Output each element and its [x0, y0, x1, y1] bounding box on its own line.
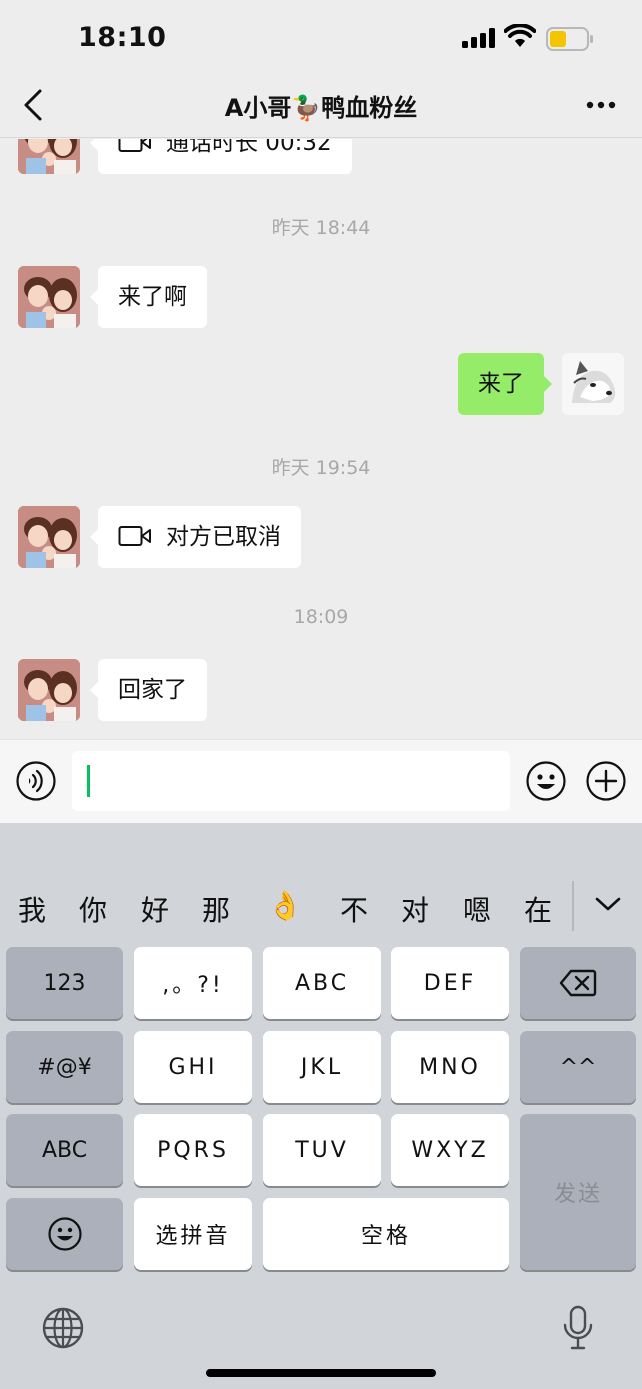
wifi-icon [504, 24, 536, 47]
key-pqrs[interactable]: PQRS [134, 1114, 252, 1186]
contact-avatar[interactable] [18, 139, 80, 174]
key-backspace[interactable] [520, 947, 636, 1019]
message-bubble[interactable]: 来了啊 [90, 266, 207, 328]
candidate-word[interactable]: 对 [395, 889, 435, 929]
emoji-icon[interactable] [526, 761, 566, 801]
candidate-word[interactable]: 我 [12, 889, 52, 929]
status-time: 18:10 [78, 22, 167, 53]
message-text: 来了啊 [118, 284, 187, 310]
send-button[interactable]: 发送 [520, 1114, 636, 1270]
microphone-icon[interactable] [562, 1305, 594, 1351]
message-text: 对方已取消 [166, 524, 281, 550]
input-bar [0, 739, 642, 823]
message-timestamp: 18:09 [293, 606, 349, 628]
candidate-emoji[interactable]: 👌 [265, 889, 305, 922]
key-punct[interactable]: ,。?! [134, 947, 252, 1019]
key-ghi[interactable]: GHI [134, 1031, 252, 1103]
chat-header: A小哥🦆鸭血粉丝 [0, 72, 642, 138]
message-bubble-self[interactable]: 来了 [458, 353, 552, 415]
chevron-down-icon[interactable] [594, 895, 622, 913]
candidate-word[interactable]: 那 [196, 889, 236, 929]
message-timestamp: 昨天 19:54 [271, 457, 371, 479]
contact-avatar[interactable] [18, 266, 80, 328]
key-jkl[interactable]: JKL [263, 1031, 381, 1103]
home-indicator[interactable] [206, 1369, 436, 1377]
chat-title: A小哥🦆鸭血粉丝 [224, 94, 418, 122]
key-abc-mode[interactable]: ABC [6, 1114, 123, 1186]
more-icon[interactable] [586, 100, 616, 110]
key-pinyin-select[interactable]: 选拼音 [134, 1198, 252, 1270]
key-emoji[interactable] [6, 1198, 123, 1270]
video-call-icon [118, 525, 151, 546]
plus-icon[interactable] [586, 761, 626, 801]
keyboard: 我 你 好 那 👌 不 对 嗯 在 123 ,。?! ABC DEF #@¥ G… [0, 823, 642, 1389]
candidate-bar: 我 你 好 那 👌 不 对 嗯 在 [0, 871, 642, 947]
candidate-word[interactable]: 你 [73, 889, 113, 929]
candidate-divider [572, 881, 574, 931]
key-def[interactable]: DEF [391, 947, 509, 1019]
text-cursor [87, 765, 90, 797]
my-avatar[interactable] [562, 353, 624, 415]
contact-avatar[interactable] [18, 506, 80, 568]
message-text: 通话时长 00:32 [166, 139, 332, 156]
message-text: 来了 [478, 371, 524, 397]
contact-avatar[interactable] [18, 659, 80, 721]
family-avatar-icon [18, 659, 80, 721]
key-abc[interactable]: ABC [263, 947, 381, 1019]
key-tuv[interactable]: TUV [263, 1114, 381, 1186]
status-bar: 18:10 [0, 0, 642, 72]
family-avatar-icon [18, 266, 80, 328]
message-input[interactable] [72, 751, 510, 811]
family-avatar-icon [18, 506, 80, 568]
key-mno[interactable]: MNO [391, 1031, 509, 1103]
key-wxyz[interactable]: WXYZ [391, 1114, 509, 1186]
voice-input-icon[interactable] [16, 761, 56, 801]
message-text: 回家了 [118, 677, 187, 703]
signal-icon [462, 28, 495, 48]
message-timestamp: 昨天 18:44 [271, 217, 371, 239]
family-avatar-icon [18, 139, 80, 174]
candidate-word[interactable]: 好 [135, 889, 175, 929]
candidate-word[interactable]: 在 [518, 889, 558, 929]
key-space[interactable]: 空格 [263, 1198, 509, 1270]
message-list[interactable]: 通话时长 00:32 昨天 18:44 来了啊 来了 昨天 19:54 对方已取… [0, 139, 642, 739]
husky-avatar-icon [562, 353, 624, 415]
battery-icon [546, 27, 593, 51]
emoji-icon [47, 1217, 82, 1251]
key-kaomoji[interactable]: ^^ [520, 1031, 636, 1103]
candidate-word[interactable]: 嗯 [457, 889, 497, 929]
key-123[interactable]: 123 [6, 947, 123, 1019]
backspace-icon [559, 969, 597, 997]
globe-icon[interactable] [42, 1307, 84, 1349]
candidate-word[interactable]: 不 [334, 889, 374, 929]
message-bubble-call[interactable]: 通话时长 00:32 [90, 139, 352, 174]
message-bubble-call[interactable]: 对方已取消 [90, 506, 301, 568]
key-symbols[interactable]: #@¥ [6, 1031, 123, 1103]
message-bubble[interactable]: 回家了 [90, 659, 207, 721]
video-call-icon [118, 139, 151, 152]
